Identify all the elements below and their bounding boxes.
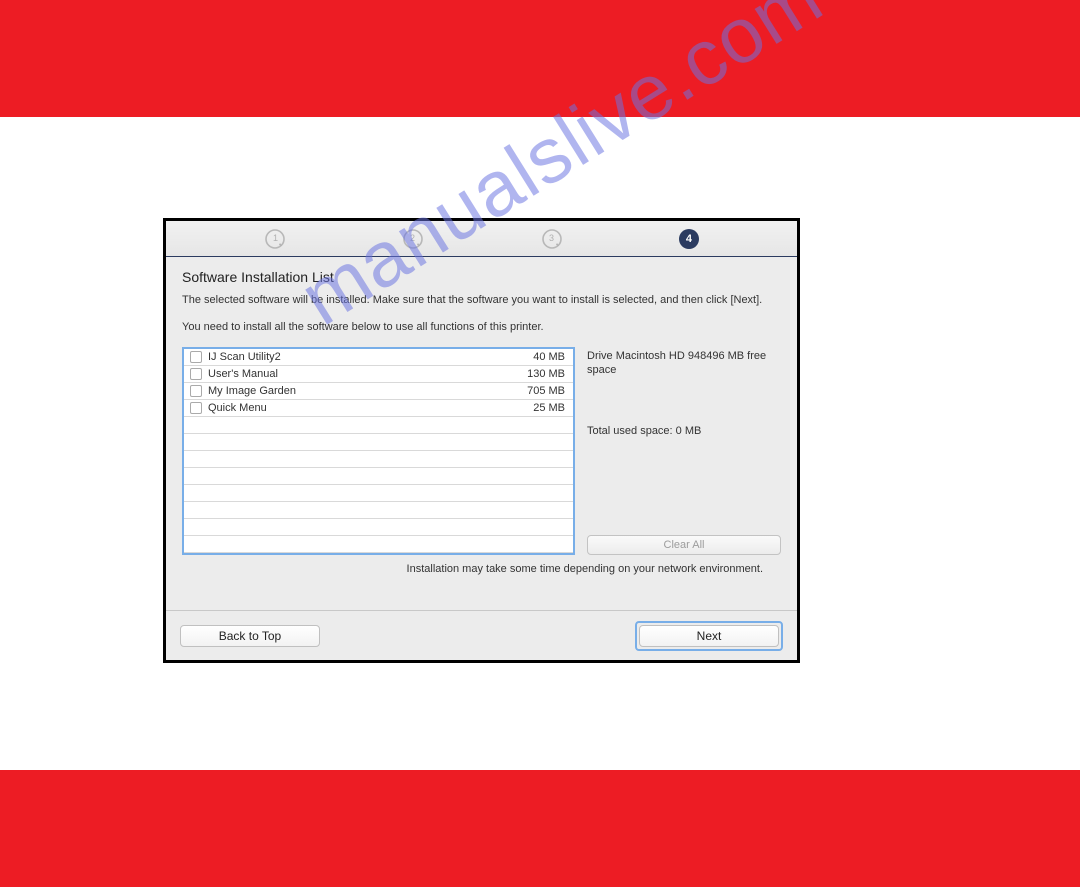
dialog-content: Software Installation List The selected …	[166, 257, 797, 610]
item-name: User's Manual	[208, 368, 513, 380]
item-size: 40 MB	[513, 351, 569, 363]
item-name: IJ Scan Utility2	[208, 351, 513, 363]
list-item[interactable]: IJ Scan Utility2 40 MB	[184, 349, 573, 366]
list-item[interactable]: User's Manual 130 MB	[184, 366, 573, 383]
step-3-icon: 3	[541, 228, 563, 250]
svg-text:2: 2	[410, 233, 415, 243]
total-used-space: Total used space: 0 MB	[587, 425, 781, 437]
item-name: My Image Garden	[208, 385, 513, 397]
svg-text:3: 3	[549, 233, 554, 243]
software-list[interactable]: IJ Scan Utility2 40 MB User's Manual 130…	[182, 347, 575, 555]
step-1-icon: 1	[264, 228, 286, 250]
installer-dialog: 1 2 3 4 Software Installation List The s…	[163, 218, 800, 663]
item-size: 705 MB	[513, 385, 569, 397]
footer-banner	[0, 770, 1080, 887]
instruction-text-2: You need to install all the software bel…	[182, 320, 781, 335]
item-name: Quick Menu	[208, 402, 513, 414]
list-item[interactable]: Quick Menu 25 MB	[184, 400, 573, 417]
install-note: Installation may take some time dependin…	[182, 563, 781, 575]
checkbox[interactable]	[190, 351, 202, 363]
header-banner	[0, 0, 1080, 117]
step-4-active: 4	[679, 229, 699, 249]
next-button[interactable]: Next	[639, 625, 779, 647]
clear-all-button[interactable]: Clear All	[587, 535, 781, 555]
svg-text:1: 1	[273, 233, 278, 243]
checkbox[interactable]	[190, 385, 202, 397]
back-to-top-button[interactable]: Back to Top	[180, 625, 320, 647]
item-size: 130 MB	[513, 368, 569, 380]
step-indicator-bar: 1 2 3 4	[166, 221, 797, 257]
dialog-button-bar: Back to Top Next	[166, 610, 797, 660]
list-item[interactable]: My Image Garden 705 MB	[184, 383, 573, 400]
checkbox[interactable]	[190, 368, 202, 380]
instruction-text-1: The selected software will be installed.…	[182, 293, 781, 308]
checkbox[interactable]	[190, 402, 202, 414]
step-2-icon: 2	[402, 228, 424, 250]
drive-free-space: Drive Macintosh HD 948496 MB free space	[587, 349, 781, 378]
disk-info-panel: Drive Macintosh HD 948496 MB free space …	[587, 347, 781, 556]
item-size: 25 MB	[513, 402, 569, 414]
dialog-title: Software Installation List	[182, 269, 781, 285]
next-button-highlight: Next	[635, 621, 783, 651]
